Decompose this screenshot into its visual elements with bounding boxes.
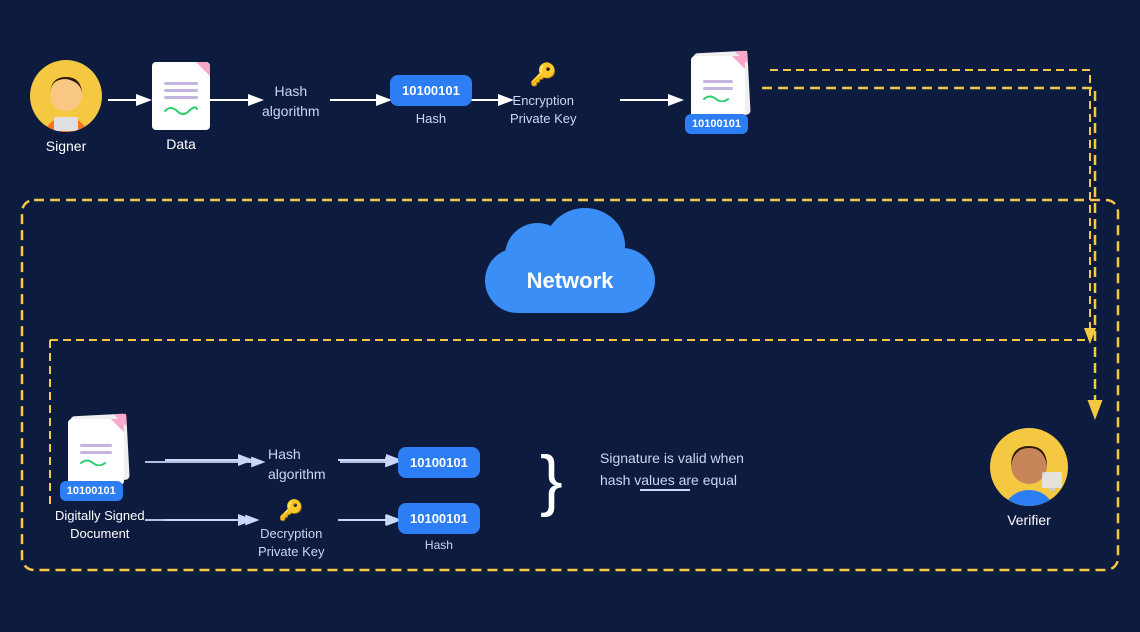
verifier-node: Verifier <box>990 428 1068 528</box>
network-label: Network <box>527 268 614 294</box>
signed-doc-top-badge: 10100101 <box>685 114 748 134</box>
digitally-signed-badge: 10100101 <box>60 481 123 501</box>
signed-doc-top-node: 10100101 <box>685 52 757 134</box>
data-node: Data <box>152 62 210 152</box>
network-cloud: Network <box>485 218 655 313</box>
hash-algo-top: Hashalgorithm <box>262 82 320 121</box>
verifier-label: Verifier <box>1007 512 1051 528</box>
hash-top-badge: 10100101 <box>390 75 472 106</box>
decryption-node: 🔑 DecryptionPrivate Key <box>258 498 324 561</box>
hash-top-node: 10100101 Hash <box>390 75 472 126</box>
encryption-label: EncryptionPrivate Key <box>510 92 576 128</box>
hash-algo-bottom-top: Hashalgorithm <box>268 445 326 484</box>
digitally-signed-node: 10100101 Digitally SignedDocument <box>55 415 145 543</box>
data-label: Data <box>166 136 196 152</box>
hash-bottom-2-node: 10100101 Hash <box>398 503 480 552</box>
hash-bottom-label: Hash <box>425 538 453 552</box>
hash-algo-top-label: Hashalgorithm <box>262 82 320 121</box>
hash-bottom-1-node: 10100101 <box>398 447 480 478</box>
signer-node: Signer <box>30 60 102 154</box>
signer-label: Signer <box>46 138 86 154</box>
data-doc-icon <box>152 62 210 130</box>
decryption-label: DecryptionPrivate Key <box>258 525 324 561</box>
signature-valid-text: Signature is valid when hash values are … <box>600 448 745 491</box>
hash-bottom-1-badge: 10100101 <box>398 447 480 478</box>
diagram-container: Signer Data Hashalgorithm 10100101 Hash <box>0 0 1140 632</box>
verifier-avatar <box>990 428 1068 506</box>
key-icon-top: 🔑 <box>530 62 557 88</box>
key-icon-bottom: 🔑 <box>279 498 304 523</box>
signer-avatar <box>30 60 102 132</box>
curly-brace: } <box>540 446 563 514</box>
hash-bottom-2-badge: 10100101 <box>398 503 480 534</box>
hash-top-label: Hash <box>416 111 446 126</box>
encryption-node: 🔑 EncryptionPrivate Key <box>510 62 576 128</box>
digitally-signed-label: Digitally SignedDocument <box>55 507 145 543</box>
